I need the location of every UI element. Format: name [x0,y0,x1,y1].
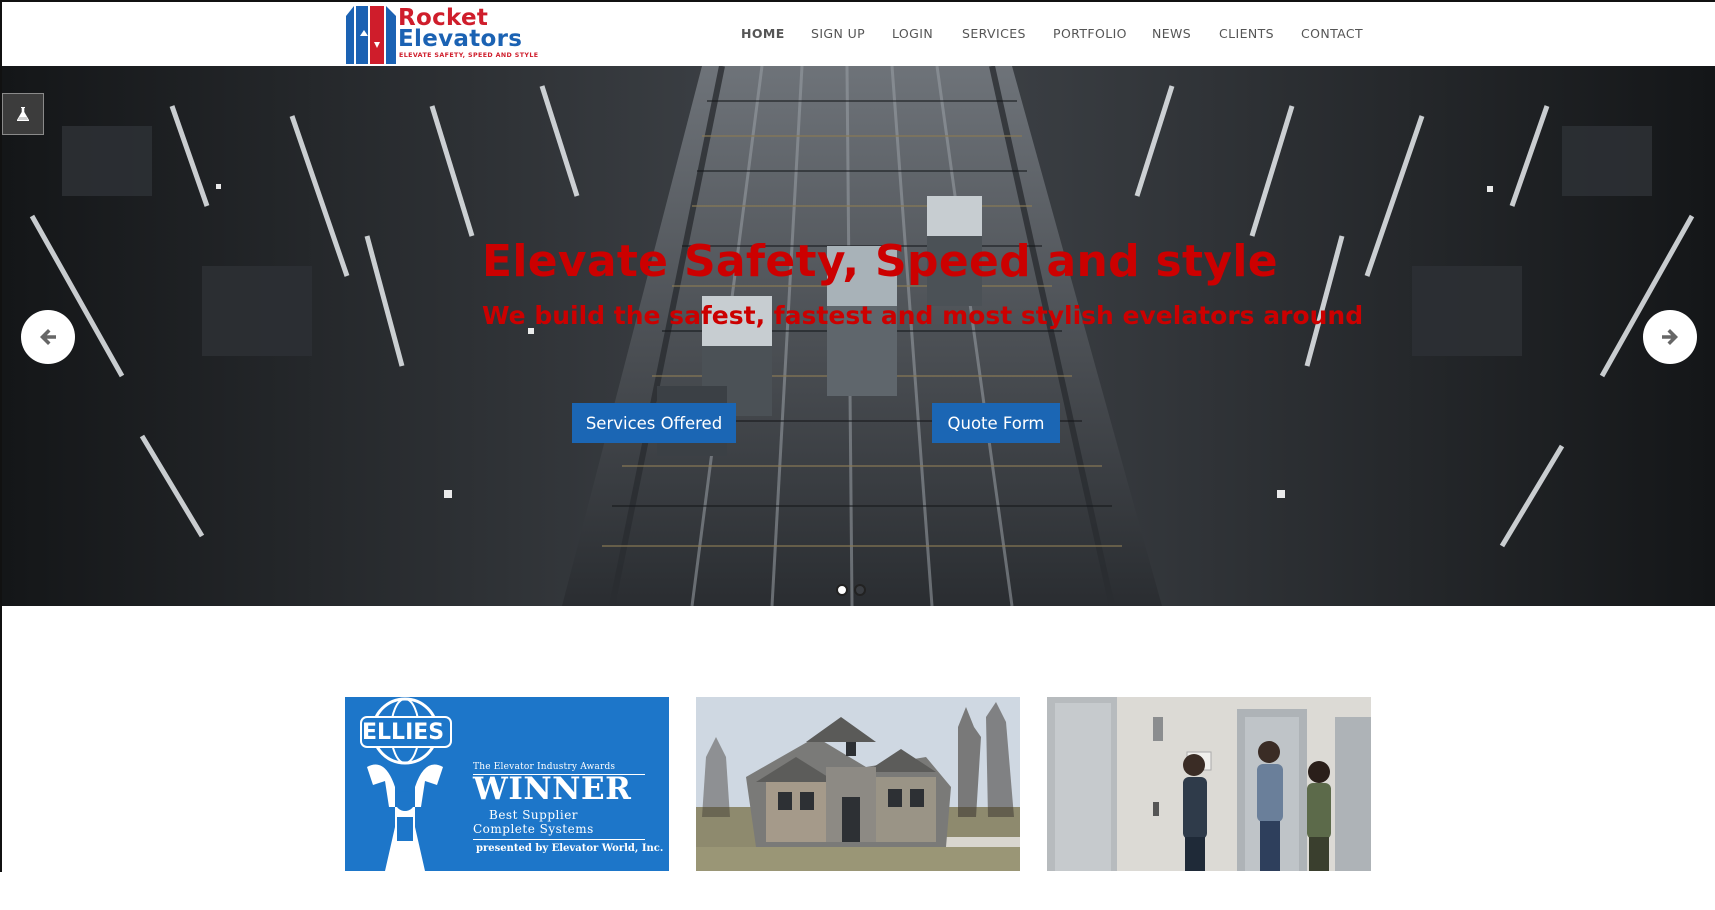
carousel-prev-button[interactable] [21,310,75,364]
award-presented-by: presented by Elevator World, Inc. [476,843,664,854]
house-card[interactable] [696,697,1020,871]
carousel-dot-1[interactable] [836,584,848,596]
flask-icon [17,107,29,121]
arrow-left-icon [40,329,56,345]
arrow-right-icon [1662,329,1678,345]
award-winner: WINNER [473,771,632,807]
services-offered-button[interactable]: Services Offered [572,403,736,443]
carousel-dot-2[interactable] [854,584,866,596]
house-photo [696,697,1020,871]
hero-carousel[interactable]: Elevate Safety, Speed and style We build… [2,66,1715,606]
nav-contact[interactable]: CONTACT [1301,26,1363,41]
nav-login[interactable]: LOGIN [892,26,933,41]
nav-home[interactable]: HOME [741,26,785,41]
navbar: Rocket Elevators ELEVATE SAFETY, SPEED A… [0,2,1715,66]
carousel-indicators [836,584,876,596]
lab-tool-button[interactable] [2,93,44,135]
award-rule-bottom [473,839,645,840]
nav-clients[interactable]: CLIENTS [1219,26,1274,41]
hero-subtitle: We build the safest, fastest and most st… [482,301,1364,330]
elevator-shaft-image [2,66,1715,606]
award-line-2: Complete Systems [473,822,594,836]
award-line-1: Best Supplier [489,808,579,822]
elevator-lobby-card[interactable] [1047,697,1371,871]
quote-form-button[interactable]: Quote Form [932,403,1060,443]
nav-portfolio[interactable]: PORTFOLIO [1053,26,1127,41]
left-border [0,0,2,872]
main-nav: HOME SIGN UP LOGIN SERVICES PORTFOLIO NE… [0,26,1715,46]
nav-news[interactable]: NEWS [1152,26,1191,41]
award-card[interactable]: ELLIES The Elevator Industry Awards WINN… [345,697,669,871]
nav-sign-up[interactable]: SIGN UP [811,26,865,41]
logo-tagline: ELEVATE SAFETY, SPEED AND STYLE [399,52,539,59]
award-badge-text: ELLIES [362,720,445,745]
hero-title: Elevate Safety, Speed and style [482,236,1278,287]
people-at-elevator-photo [1047,697,1371,871]
carousel-next-button[interactable] [1643,310,1697,364]
nav-services[interactable]: SERVICES [962,26,1026,41]
